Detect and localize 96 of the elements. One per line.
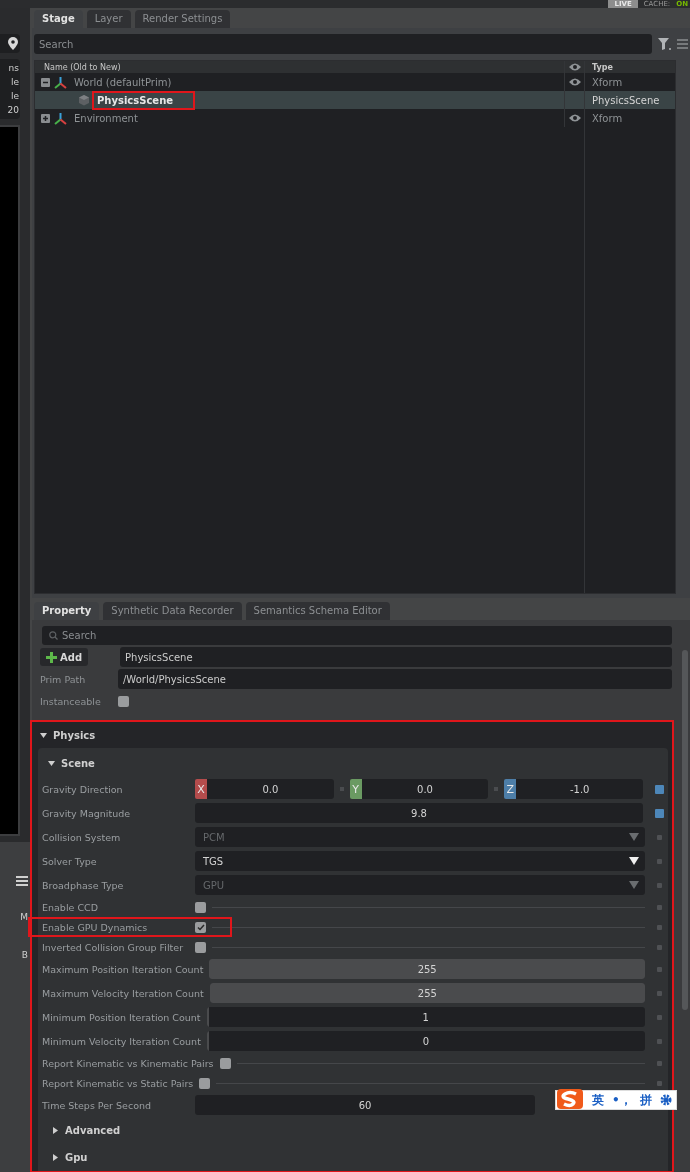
section-title[interactable]: Advanced <box>65 1125 121 1136</box>
section-title[interactable]: Gpu <box>65 1152 88 1163</box>
property-label: Collision System <box>42 831 122 843</box>
number-field[interactable]: 60 <box>195 1095 535 1115</box>
tab[interactable]: Semantics Schema Editor <box>245 602 390 620</box>
property-label: Inverted Collision Group Filter <box>42 941 185 953</box>
prim-name: World (defaultPrim) <box>73 75 173 90</box>
override-indicator[interactable] <box>655 784 664 794</box>
number-field[interactable]: 255 <box>209 959 645 979</box>
dropdown-arrow-icon <box>629 857 639 865</box>
property-label: Time Steps Per Second <box>42 1099 152 1111</box>
tab[interactable]: Property <box>34 602 100 620</box>
plus-icon <box>46 651 57 663</box>
prim-path-field[interactable]: /World/PhysicsScene <box>118 669 672 689</box>
override-indicator[interactable] <box>655 808 664 818</box>
dropdown[interactable]: TGS <box>195 851 645 871</box>
expanded-arrow-icon[interactable] <box>48 760 55 767</box>
expanded-arrow-icon[interactable] <box>40 731 47 739</box>
cut-off-text: B <box>21 949 28 962</box>
tab[interactable]: Stage <box>34 10 83 28</box>
search-icon <box>49 630 58 640</box>
cut-off-text: le <box>10 90 19 103</box>
add-button[interactable]: Add <box>40 648 89 666</box>
column-header[interactable]: Name (Old to New) <box>35 62 121 72</box>
property-label: Maximum Position Iteration Count <box>42 963 205 975</box>
tab[interactable]: Layer <box>86 10 131 28</box>
column-header[interactable]: Type <box>592 62 613 72</box>
dropdown-arrow-icon <box>629 881 639 889</box>
property-label: Report Kinematic vs Kinematic Pairs <box>42 1057 215 1069</box>
property-label: Maximum Velocity Iteration Count <box>42 987 205 999</box>
axis-label: X <box>195 779 207 799</box>
eye-icon[interactable] <box>568 63 581 71</box>
name-field[interactable]: PhysicsScene <box>120 647 672 667</box>
tree-row[interactable]: PhysicsScene PhysicsScene <box>35 91 675 109</box>
axes-icon <box>54 75 67 89</box>
property-label: Gravity Direction <box>42 783 124 795</box>
axes-icon <box>54 111 67 125</box>
location-pin-icon[interactable] <box>8 37 18 50</box>
number-field[interactable]: 0 <box>206 1031 645 1051</box>
eye-icon[interactable] <box>568 78 581 86</box>
checkbox[interactable] <box>219 1057 231 1069</box>
checkbox[interactable] <box>195 921 206 933</box>
search-field[interactable]: Search <box>42 625 672 645</box>
ime-logo-icon <box>556 1088 584 1110</box>
collapsed-arrow-icon[interactable] <box>52 1127 59 1134</box>
collapsed-arrow-icon[interactable] <box>52 1154 59 1161</box>
prim-type: Xform <box>592 112 623 124</box>
cut-off-text: M <box>20 911 28 924</box>
axis-label: Y <box>349 779 362 799</box>
property-label: Report Kinematic vs Static Pairs <box>42 1077 195 1089</box>
prim-name: Environment <box>73 111 139 126</box>
property-label: Enable GPU Dynamics <box>42 921 149 933</box>
ime-mode[interactable]: 英 <box>592 1091 604 1109</box>
checkbox[interactable] <box>195 901 206 913</box>
number-field[interactable]: 255 <box>209 983 645 1003</box>
number-field[interactable]: -1.0 <box>516 779 643 799</box>
tab[interactable]: Synthetic Data Recorder <box>103 602 242 620</box>
scrollbar[interactable] <box>682 650 688 1010</box>
cut-off-text: ns <box>8 62 19 75</box>
property-label: Minimum Velocity Iteration Count <box>42 1035 202 1047</box>
section-title[interactable]: Scene <box>61 758 95 769</box>
prim-name: PhysicsScene <box>94 92 194 108</box>
checkbox[interactable] <box>118 695 129 707</box>
prim-type: PhysicsScene <box>592 94 660 106</box>
cut-off-text: le <box>10 76 19 89</box>
cube-icon <box>78 94 90 106</box>
property-label: Minimum Position Iteration Count <box>42 1011 202 1023</box>
filter-icon[interactable] <box>658 38 671 50</box>
eye-icon[interactable] <box>568 114 581 122</box>
cut-off-text: 20 <box>7 104 19 117</box>
property-label: Enable CCD <box>42 901 99 913</box>
property-label: Solver Type <box>42 855 98 867</box>
section-title[interactable]: Physics <box>53 729 96 741</box>
number-field[interactable]: 0.0 <box>207 779 334 799</box>
ime-punctuation[interactable]: •， <box>612 1091 632 1109</box>
number-field[interactable]: 0.0 <box>361 779 489 799</box>
search-field[interactable]: Search <box>34 34 652 54</box>
tree-row[interactable]: Environment Xform <box>35 109 675 127</box>
expand-icon[interactable] <box>41 113 50 123</box>
checkbox[interactable] <box>195 941 206 953</box>
dropdown-arrow-icon <box>629 833 639 841</box>
ime-input-mode[interactable]: 拼 <box>639 1091 652 1109</box>
number-field[interactable]: 9.8 <box>195 803 643 823</box>
property-label: Broadphase Type <box>42 879 125 891</box>
tab[interactable]: Render Settings <box>134 10 231 28</box>
ime-toolbar[interactable]: 英 •， 拼 <box>555 1090 677 1110</box>
field-label: Prim Path <box>40 673 87 685</box>
field-label: Instanceable <box>40 695 102 707</box>
collapse-icon[interactable] <box>41 77 50 87</box>
checkbox[interactable] <box>199 1077 211 1089</box>
prim-type: Xform <box>592 76 623 88</box>
number-field[interactable]: 1 <box>206 1007 645 1027</box>
property-label: Gravity Magnitude <box>42 807 132 819</box>
axis-label: Z <box>504 779 517 799</box>
menu-icon[interactable] <box>16 876 28 886</box>
settings-icon[interactable] <box>659 1094 672 1106</box>
